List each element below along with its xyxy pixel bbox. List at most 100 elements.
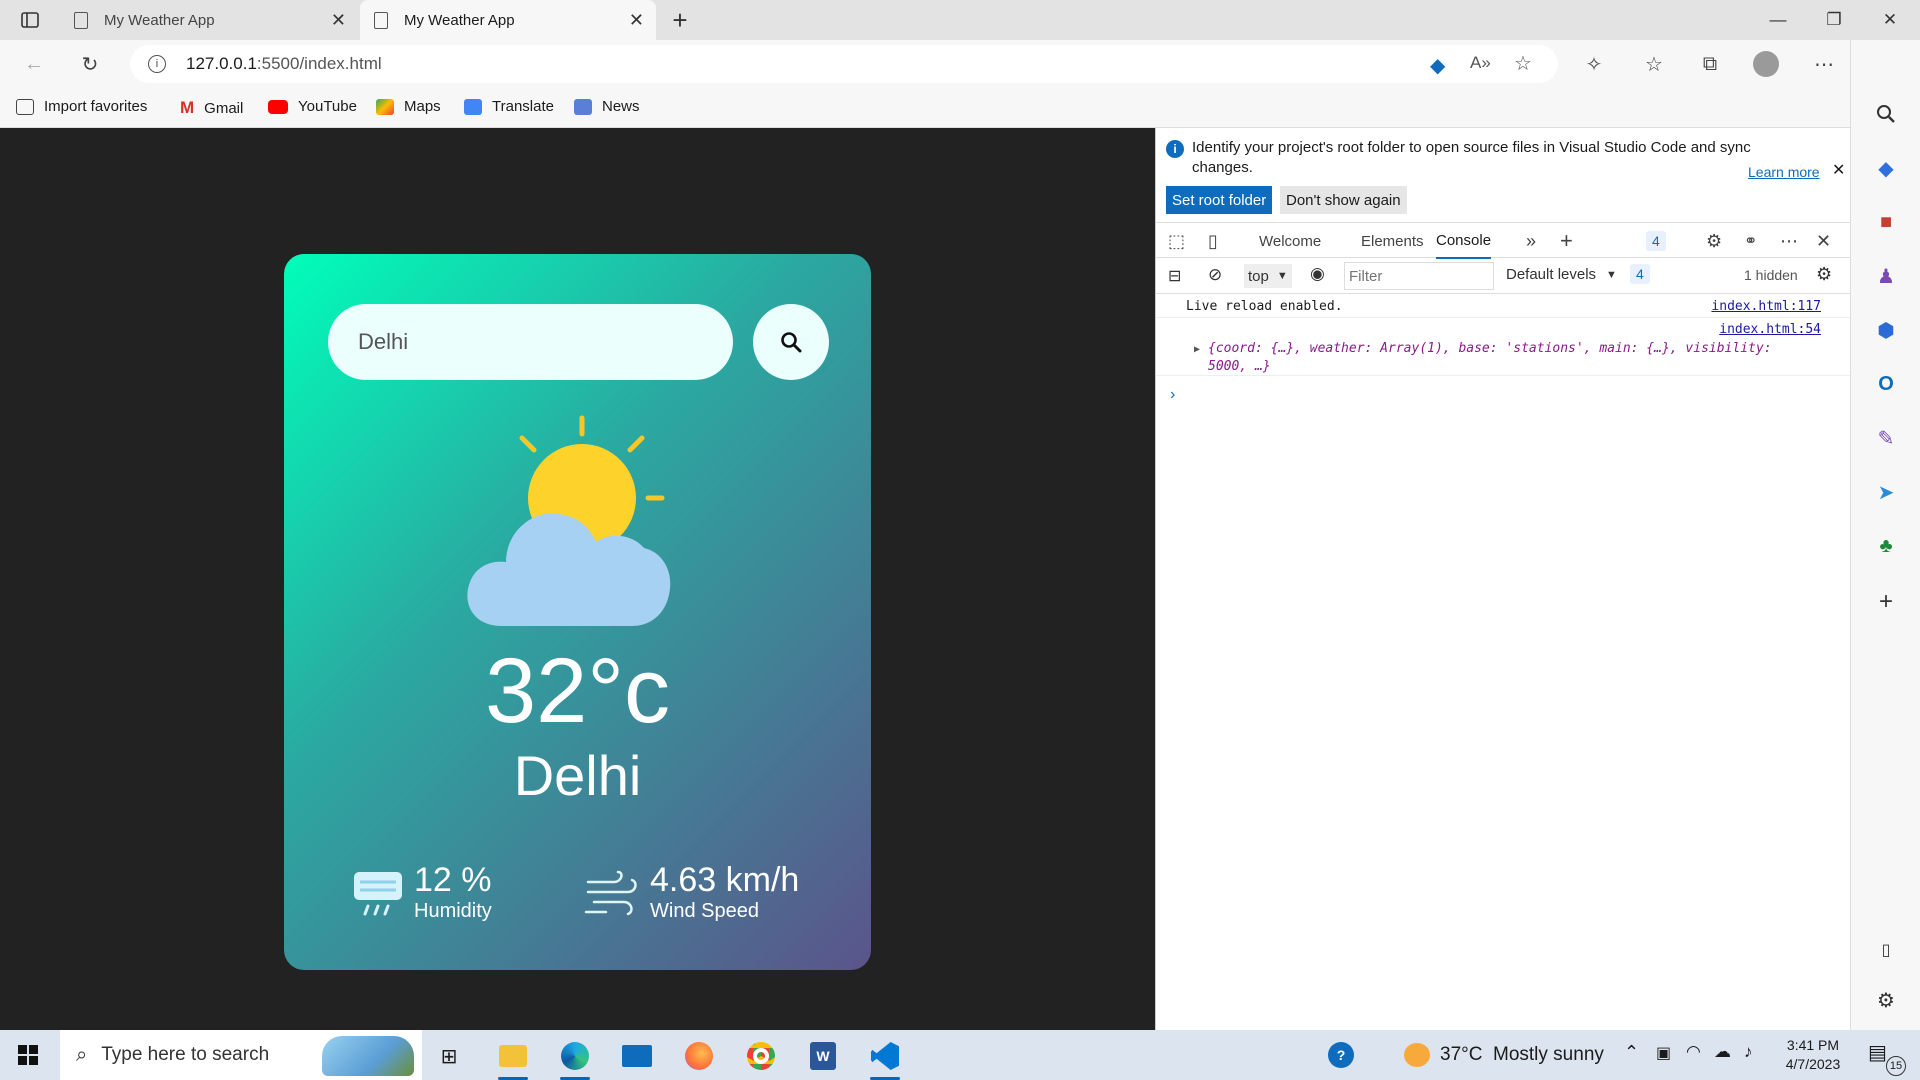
connect-icon[interactable]: ⚭ (1744, 223, 1757, 259)
refresh-icon[interactable]: ↻ (74, 48, 106, 80)
sidebar-panel-icon[interactable]: ▯ (1872, 936, 1900, 964)
sidebar-toggle-icon[interactable]: ⊟ (1168, 266, 1181, 286)
tag-icon[interactable]: ◆ (1430, 53, 1445, 78)
file-explorer-icon[interactable] (490, 1036, 536, 1080)
console-toolbar: ⊟ ⊘ top ▼ ◉ Default levels ▼ 4 1 hidden ⚙ (1156, 258, 1851, 294)
bookmark-translate[interactable]: Translate (464, 98, 554, 115)
close-tab-icon[interactable]: ✕ (331, 10, 346, 31)
log-object[interactable]: {coord: {…}, weather: Array(1), base: 's… (1208, 340, 1818, 376)
onedrive-icon[interactable]: ☁ (1714, 1042, 1731, 1062)
windows-start-icon[interactable] (18, 1045, 38, 1068)
sidebar-games-icon[interactable]: ♟ (1872, 262, 1900, 290)
mail-icon[interactable] (614, 1036, 660, 1076)
tab-welcome[interactable]: Welcome (1259, 223, 1321, 259)
tab-elements[interactable]: Elements (1361, 223, 1424, 259)
close-tab-icon[interactable]: ✕ (629, 10, 644, 31)
bookmark-youtube[interactable]: YouTube (268, 98, 357, 115)
context-select[interactable]: top ▼ (1244, 264, 1292, 288)
profile-avatar[interactable] (1750, 48, 1782, 80)
bookmark-maps[interactable]: Maps (376, 98, 441, 115)
meet-now-icon[interactable]: ▣ (1656, 1043, 1671, 1063)
sidebar-search-icon[interactable] (1872, 100, 1900, 128)
close-infobar-icon[interactable]: ✕ (1832, 160, 1845, 180)
taskbar-weather[interactable]: 37°C Mostly sunny (1404, 1043, 1604, 1067)
youtube-icon (268, 99, 288, 114)
site-info-icon[interactable]: i (148, 55, 166, 73)
show-hidden-icons-icon[interactable]: ⌃ (1624, 1042, 1639, 1063)
inspect-icon[interactable]: ⬚ (1168, 223, 1185, 259)
add-favorite-icon[interactable]: ☆ (1514, 51, 1532, 76)
vscode-icon[interactable] (862, 1036, 908, 1080)
live-expression-eye-icon[interactable]: ◉ (1310, 264, 1325, 284)
back-icon[interactable]: ← (18, 48, 50, 80)
set-root-folder-button[interactable]: Set root folder (1166, 186, 1273, 214)
sidebar-shopping-icon[interactable]: ◆ (1872, 154, 1900, 182)
read-aloud-icon[interactable]: A» (1470, 53, 1491, 73)
tab-actions-icon[interactable] (10, 0, 50, 40)
help-icon[interactable]: ? (1328, 1042, 1354, 1068)
dropdown-arrow-icon: ▼ (1606, 268, 1617, 281)
console-issues-count[interactable]: 4 (1630, 264, 1650, 284)
notifications-icon[interactable]: ▤ (1868, 1040, 1887, 1065)
sidebar-add-icon[interactable]: + (1872, 588, 1900, 616)
collections-icon[interactable]: ⧉ (1694, 48, 1726, 80)
sidebar-m365-icon[interactable]: ⬢ (1872, 316, 1900, 344)
favorites-icon[interactable]: ☆ (1638, 48, 1670, 80)
devtools-panel: i Identify your project's root folder to… (1155, 128, 1851, 1030)
expand-arrow-icon[interactable]: ▶ (1194, 344, 1200, 355)
firefox-icon[interactable] (676, 1036, 722, 1076)
log-source-link[interactable]: index.html:54 (1719, 322, 1821, 337)
windows-taskbar: ⌕ Type here to search ⊞ W ? 37°C Mostly … (0, 1030, 1920, 1080)
tab-1[interactable]: My Weather App ✕ (60, 0, 358, 40)
chrome-icon[interactable] (738, 1036, 784, 1076)
bookmark-label: News (602, 98, 640, 115)
issues-badge[interactable]: 4 (1646, 223, 1666, 259)
bookmark-news[interactable]: News (574, 98, 640, 115)
volume-icon[interactable]: ♪ (1744, 1042, 1753, 1062)
console-prompt-icon[interactable]: › (1170, 386, 1175, 404)
sidebar-outlook-icon[interactable]: O (1872, 370, 1900, 398)
log-source-link[interactable]: index.html:117 (1711, 299, 1821, 314)
sidebar-settings-icon[interactable]: ⚙ (1872, 986, 1900, 1014)
city-search-input[interactable] (328, 304, 733, 380)
clear-console-icon[interactable]: ⊘ (1208, 265, 1222, 285)
minimize-icon[interactable]: — (1750, 0, 1806, 40)
new-tab-icon[interactable]: + (660, 0, 700, 40)
restore-icon[interactable]: ❐ (1806, 0, 1862, 40)
more-options-icon[interactable]: ⋯ (1780, 223, 1798, 259)
sidebar-designer-icon[interactable]: ✎ (1872, 424, 1900, 452)
add-tool-icon[interactable]: + (1560, 223, 1573, 259)
sidebar-tools-icon[interactable]: ■ (1872, 208, 1900, 236)
tab-title: My Weather App (404, 11, 515, 29)
taskbar-search-box[interactable]: ⌕ Type here to search (60, 1030, 422, 1080)
settings-gear-icon[interactable]: ⚙ (1706, 223, 1722, 259)
console-settings-icon[interactable]: ⚙ (1816, 264, 1832, 285)
bookmark-gmail[interactable]: M Gmail (180, 98, 243, 118)
close-devtools-icon[interactable]: ✕ (1816, 223, 1831, 259)
close-window-icon[interactable]: ✕ (1862, 0, 1918, 40)
wifi-icon[interactable]: ◠ (1686, 1042, 1701, 1062)
address-host: 127.0.0.1 (186, 54, 257, 73)
tab-console[interactable]: Console (1436, 223, 1492, 259)
bookmark-label: Translate (492, 98, 554, 115)
dont-show-again-button[interactable]: Don't show again (1280, 186, 1407, 214)
info-text: Identify your project's root folder to o… (1192, 139, 1751, 176)
task-view-icon[interactable]: ⊞ (426, 1036, 472, 1076)
console-filter-input[interactable] (1344, 262, 1494, 290)
word-icon[interactable]: W (800, 1036, 846, 1076)
more-menu-icon[interactable]: ⋯ (1808, 48, 1840, 80)
address-bar[interactable]: i 127.0.0.1:5500/index.html ◆ A» ☆ (130, 45, 1558, 83)
edge-browser-icon[interactable] (552, 1036, 598, 1080)
sidebar-send-icon[interactable]: ➤ (1872, 478, 1900, 506)
tab-2[interactable]: My Weather App ✕ (360, 0, 656, 40)
log-levels-select[interactable]: Default levels ▼ (1506, 266, 1617, 283)
clock[interactable]: 3:41 PM 4/7/2023 (1776, 1036, 1850, 1074)
bookmark-import[interactable]: Import favorites (16, 98, 147, 115)
sidebar-tree-icon[interactable]: ♣ (1872, 532, 1900, 560)
device-toolbar-icon[interactable]: ▯ (1208, 223, 1218, 259)
learn-more-link[interactable]: Learn more (1748, 164, 1820, 180)
context-value: top (1248, 267, 1269, 285)
more-tabs-icon[interactable]: » (1526, 223, 1536, 259)
search-button[interactable] (753, 304, 829, 380)
extensions-icon[interactable]: ✧ (1578, 48, 1610, 80)
